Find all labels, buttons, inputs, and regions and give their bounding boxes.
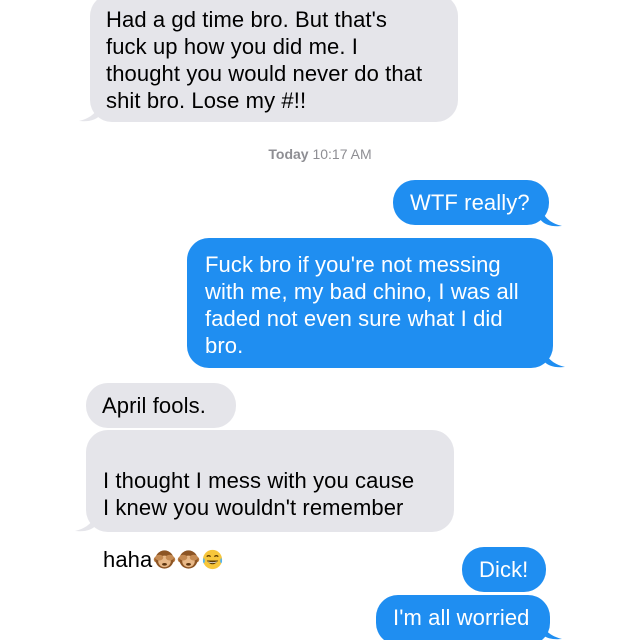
outgoing-message-bubble[interactable]: I'm all worried	[376, 595, 550, 640]
timestamp-day: Today	[268, 146, 309, 162]
bubble-tail-outgoing	[543, 344, 565, 368]
outgoing-message-bubble[interactable]: Fuck bro if you're not messing with me, …	[187, 238, 553, 368]
see-no-evil-monkey-icon	[153, 521, 176, 569]
timestamp: Today 10:17 AM	[0, 146, 640, 162]
bubble-tail-incoming	[75, 508, 97, 532]
bubble-tail-incoming	[79, 98, 101, 122]
tears-of-joy-icon	[201, 521, 224, 570]
bubble-tail-outgoing	[540, 203, 562, 227]
timestamp-time: 10:17 AM	[312, 146, 372, 162]
message-text: I thought I mess with you cause I knew y…	[103, 468, 415, 572]
incoming-message-bubble[interactable]: I thought I mess with you cause I knew y…	[86, 430, 454, 572]
message-thread: Had a gd time bro. But that's fuck up ho…	[0, 0, 640, 640]
outgoing-message-bubble[interactable]: Dick!	[462, 547, 546, 592]
bubble-tail-outgoing	[540, 616, 562, 640]
see-no-evil-monkey-icon	[177, 521, 200, 569]
incoming-message-bubble[interactable]: April fools.	[86, 383, 236, 428]
incoming-message-bubble[interactable]: Had a gd time bro. But that's fuck up ho…	[90, 0, 458, 122]
outgoing-message-bubble[interactable]: WTF really?	[393, 180, 549, 225]
